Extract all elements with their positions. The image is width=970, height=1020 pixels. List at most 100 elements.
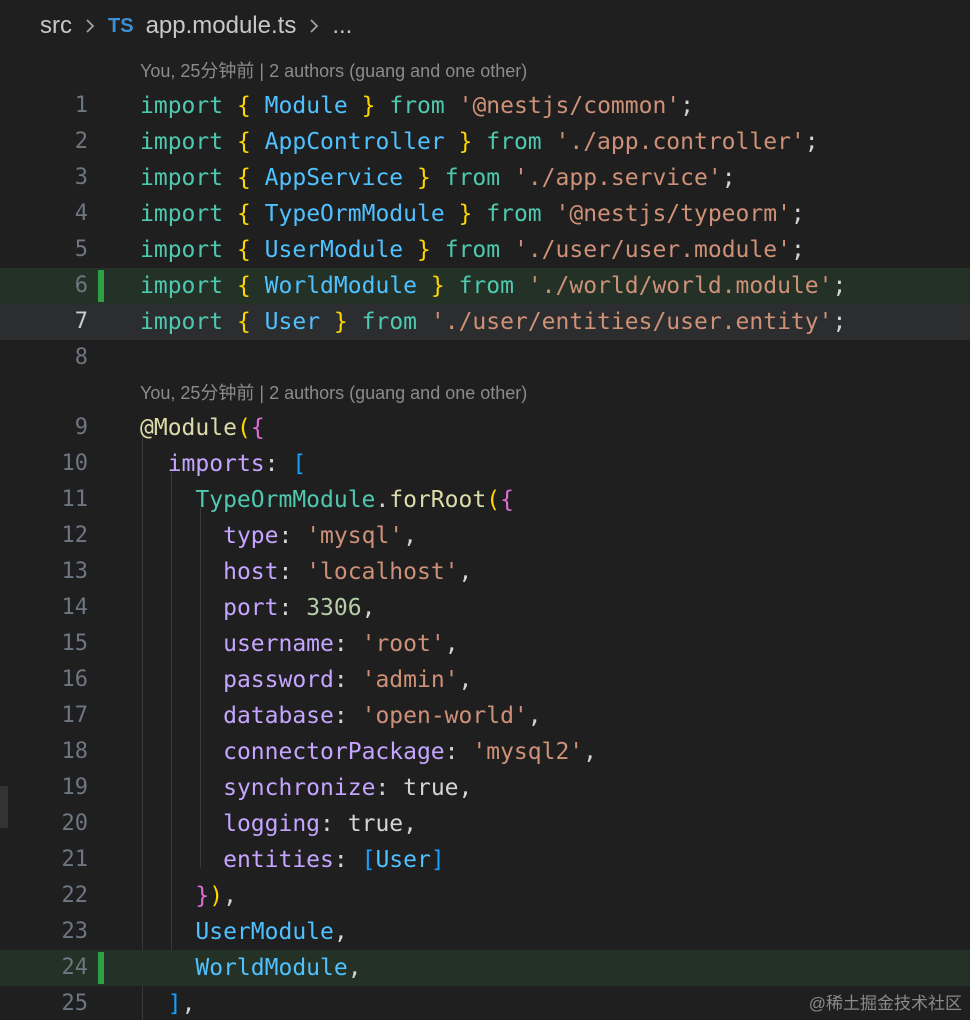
code-token: :: [278, 559, 293, 585]
line-number: 25: [61, 991, 89, 1016]
code-token: '@nestjs/common': [458, 93, 681, 119]
code-text: type: 'mysql',: [140, 518, 417, 554]
code-line[interactable]: 14 port: 3306,: [0, 590, 970, 626]
code-token: logging: [223, 811, 321, 837]
code-line[interactable]: 10 imports: [: [0, 446, 970, 482]
code-line[interactable]: 19 synchronize: true,: [0, 770, 970, 806]
code-token: {: [500, 487, 514, 513]
line-number: 20: [61, 811, 89, 836]
code-token: ,: [458, 559, 473, 585]
code-line[interactable]: 17 database: 'open-world',: [0, 698, 970, 734]
code-line[interactable]: 24 WorldModule,: [0, 950, 970, 986]
code-line[interactable]: 23 UserModule,: [0, 914, 970, 950]
code-token: ]: [430, 847, 445, 873]
code-token: imports: [167, 451, 265, 477]
blame-codelens[interactable]: You, 25分钟前 | 2 authors (guang and one ot…: [140, 56, 527, 86]
code-token: 'admin': [361, 667, 459, 693]
code-token: @: [140, 415, 154, 441]
code-token: }: [417, 165, 431, 191]
line-number: 17: [61, 703, 89, 728]
code-line[interactable]: 20 logging: true,: [0, 806, 970, 842]
code-token: import: [140, 309, 224, 335]
code-line[interactable]: 6 import { WorldModule } from './world/wo…: [0, 268, 970, 304]
code-token: {: [236, 237, 251, 263]
code-token: }: [361, 93, 376, 119]
code-line[interactable]: 16 password: 'admin',: [0, 662, 970, 698]
code-text: }),: [140, 878, 237, 914]
code-line[interactable]: 22 }),: [0, 878, 970, 914]
code-token: entities: [223, 847, 334, 873]
code-token: }: [417, 237, 431, 263]
code-token: (: [486, 487, 501, 513]
code-token: 'open-world': [361, 703, 528, 729]
code-line[interactable]: 13 host: 'localhost',: [0, 554, 970, 590]
code-line[interactable]: 1 import { Module } from '@nestjs/common'…: [0, 88, 970, 124]
code-text: host: 'localhost',: [140, 554, 472, 590]
code-line[interactable]: 15 username: 'root',: [0, 626, 970, 662]
code-line[interactable]: 7 import { User } from './user/entities/u…: [0, 304, 970, 340]
breadcrumb-file[interactable]: app.module.ts: [146, 12, 297, 40]
code-text: entities: [User]: [140, 842, 445, 878]
code-token: './user/user.module': [513, 237, 791, 263]
code-line[interactable]: 9 @Module({: [0, 410, 970, 446]
breadcrumb-more[interactable]: ...: [332, 12, 352, 40]
code-text: import { UserModule } from './user/user.…: [140, 232, 805, 268]
code-line[interactable]: 12 type: 'mysql',: [0, 518, 970, 554]
code-line[interactable]: 18 connectorPackage: 'mysql2',: [0, 734, 970, 770]
scroll-indicator: [0, 786, 8, 828]
line-number: 2: [74, 129, 88, 154]
code-token: ,: [333, 919, 348, 945]
code-token: {: [236, 273, 251, 299]
line-number: 1: [74, 93, 88, 118]
code-token: '@nestjs/typeorm': [555, 201, 791, 227]
code-token: ;: [721, 165, 736, 191]
code-line[interactable]: 8: [0, 340, 970, 376]
code-token: ,: [347, 955, 362, 981]
code-token: import: [140, 129, 224, 155]
code-token: ,: [361, 595, 376, 621]
line-number: 24: [61, 955, 89, 980]
code-editor[interactable]: You, 25分钟前 | 2 authors (guang and one ot…: [0, 52, 970, 1020]
code-token: import: [140, 165, 224, 191]
code-line[interactable]: 2 import { AppController } from './app.co…: [0, 124, 970, 160]
code-line[interactable]: 4 import { TypeOrmModule } from '@nestjs/…: [0, 196, 970, 232]
code-line[interactable]: 21 entities: [User]: [0, 842, 970, 878]
code-line[interactable]: 3 import { AppService } from './app.servi…: [0, 160, 970, 196]
breadcrumb-folder[interactable]: src: [40, 12, 72, 40]
code-text: import { Module } from '@nestjs/common';: [140, 88, 694, 124]
git-added-marker[interactable]: [98, 952, 104, 984]
code-line[interactable]: 11 TypeOrmModule.forRoot({: [0, 482, 970, 518]
code-token: password: [223, 667, 334, 693]
line-number: 18: [61, 739, 89, 764]
line-number: 13: [61, 559, 89, 584]
line-number: 6: [74, 273, 88, 298]
blame-codelens[interactable]: You, 25分钟前 | 2 authors (guang and one ot…: [140, 378, 527, 408]
line-number: 7: [74, 309, 88, 334]
code-token: UserModule: [195, 919, 334, 945]
code-text: imports: [: [140, 446, 307, 482]
code-token: :: [333, 703, 348, 729]
git-added-marker[interactable]: [98, 270, 104, 302]
code-line[interactable]: 5 import { UserModule } from './user/user…: [0, 232, 970, 268]
